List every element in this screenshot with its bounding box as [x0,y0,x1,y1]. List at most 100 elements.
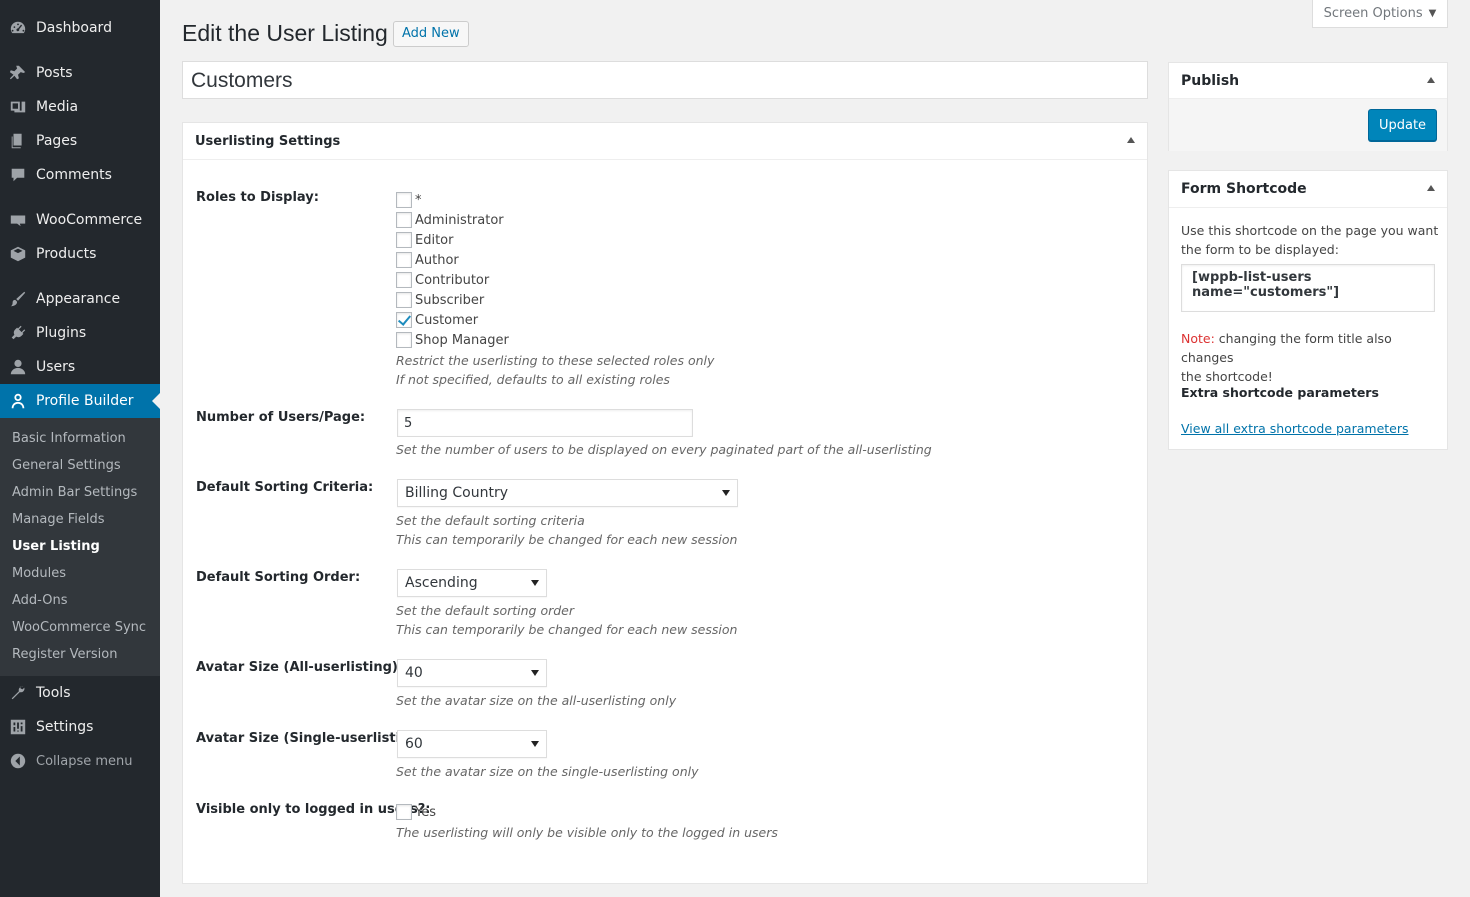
wrench-icon [8,683,28,703]
sort-criteria-value: Billing Country [405,485,508,501]
shortcode-intro-line: Use this shortcode on the page you want [1181,223,1439,238]
shortcode-note: Note: changing the form title also chang… [1181,329,1447,386]
role-checkbox-row[interactable]: Contributor [396,270,489,290]
toggle-arrow-icon[interactable] [1427,185,1435,191]
avatar-single-select[interactable]: 60 [397,730,547,758]
sort-order-description: This can temporarily be changed for each… [396,622,738,637]
collapse-menu-button[interactable]: Collapse menu [0,744,160,778]
plug-icon [8,323,28,343]
menu-posts[interactable]: Posts [0,56,160,90]
role-checkbox[interactable] [396,192,412,208]
sort-criteria-select[interactable]: Billing Country [397,479,738,507]
menu-comments[interactable]: Comments [0,158,160,192]
avatar-all-description: Set the avatar size on the all-userlisti… [396,693,677,708]
submenu-modules[interactable]: Modules [12,564,66,584]
role-checkbox[interactable] [396,252,412,268]
menu-dashboard[interactable]: Dashboard [0,11,160,45]
add-new-button[interactable]: Add New [393,21,469,47]
roles-description: If not specified, defaults to all existi… [396,372,670,387]
pages-icon [8,131,28,151]
role-name: Administrator [415,212,504,228]
avatar-single-value: 60 [405,736,423,752]
post-title-input[interactable]: Customers [182,61,1148,99]
avatar-all-select[interactable]: 40 [397,659,547,687]
menu-appearance[interactable]: Appearance [0,282,160,316]
form-shortcode-header[interactable]: Form Shortcode [1169,171,1447,208]
visible-logged-in-row[interactable]: Yes [396,802,436,822]
extra-params-title: Extra shortcode parameters [1181,385,1379,400]
avatar-all-label: Avatar Size (All-userlisting): [196,660,404,675]
update-button[interactable]: Update [1368,109,1437,141]
role-checkbox[interactable] [396,212,412,228]
submenu-basic-information[interactable]: Basic Information [12,429,126,449]
screen-options-label: Screen Options [1323,6,1423,21]
visible-logged-in-checkbox[interactable] [396,804,412,820]
role-checkbox[interactable] [396,312,412,328]
collapse-label: Collapse menu [36,753,133,769]
role-checkbox[interactable] [396,272,412,288]
menu-label: Products [36,246,97,262]
menu-label: Appearance [36,291,121,307]
role-checkbox-row[interactable]: Subscriber [396,290,484,310]
role-checkbox-row[interactable]: Author [396,250,459,270]
dropdown-caret-icon [531,670,539,676]
role-name: * [415,192,422,208]
menu-settings[interactable]: Settings [0,710,160,744]
submenu-add-ons[interactable]: Add-Ons [12,591,67,611]
submenu-woocommerce-sync[interactable]: WooCommerce Sync [12,618,146,638]
menu-users[interactable]: Users [0,350,160,384]
shortcode-intro-line: the form to be displayed: [1181,242,1339,257]
role-checkbox-row[interactable]: Customer [396,310,478,330]
sort-criteria-description: Set the default sorting criteria [396,513,585,528]
menu-label: Pages [36,133,78,149]
role-checkbox-row[interactable]: Shop Manager [396,330,509,350]
role-name: Customer [415,312,479,328]
publish-box-header[interactable]: Publish [1169,63,1447,99]
users-per-page-input[interactable]: 5 [397,409,693,437]
users-per-page-description: Set the number of users to be displayed … [396,442,932,457]
avatar-single-label: Avatar Size (Single-userlisting): [196,731,430,746]
menu-label: Plugins [36,325,87,341]
comment-icon [8,165,28,185]
menu-pages[interactable]: Pages [0,124,160,158]
menu-profile-builder[interactable]: Profile Builder [0,384,160,418]
role-name: Author [415,252,459,268]
submenu-general-settings[interactable]: General Settings [12,456,121,476]
userlisting-settings-box: Userlisting Settings Roles to Display: *… [182,122,1148,884]
role-name: Contributor [415,272,490,288]
brush-icon [8,289,28,309]
submenu-admin-bar-settings[interactable]: Admin Bar Settings [12,483,137,503]
menu-label: Tools [36,685,71,701]
toggle-arrow-icon[interactable] [1427,77,1435,83]
sort-order-select[interactable]: Ascending [397,569,547,597]
role-checkbox-row[interactable]: * [396,190,422,210]
submenu-manage-fields[interactable]: Manage Fields [12,510,105,530]
menu-label: Profile Builder [36,393,134,409]
sort-criteria-label: Default Sorting Criteria: [196,480,374,495]
role-checkbox[interactable] [396,232,412,248]
role-checkbox[interactable] [396,332,412,348]
menu-label: Media [36,99,79,115]
menu-label: Comments [36,167,112,183]
role-checkbox[interactable] [396,292,412,308]
menu-products[interactable]: Products [0,237,160,271]
menu-media[interactable]: Media [0,90,160,124]
role-checkbox-row[interactable]: Administrator [396,210,504,230]
submenu-register-version[interactable]: Register Version [12,645,117,665]
role-checkbox-row[interactable]: Editor [396,230,453,250]
shortcode-textarea[interactable]: [wppb-list-users name="customers"] [1181,264,1435,312]
media-icon [8,97,28,117]
screen-options-button[interactable]: Screen Options ▼ [1312,0,1448,28]
menu-plugins[interactable]: Plugins [0,316,160,350]
menu-woocommerce[interactable]: WooCommerce [0,203,160,237]
extra-params-link[interactable]: View all extra shortcode parameters [1181,421,1409,436]
menu-tools[interactable]: Tools [0,676,160,710]
submenu-user-listing[interactable]: User Listing [12,537,100,557]
sort-order-value: Ascending [405,575,478,591]
settings-box-header[interactable]: Userlisting Settings [183,123,1147,160]
user-icon [8,357,28,377]
note-text: the shortcode! [1181,369,1273,384]
toggle-arrow-icon[interactable] [1127,137,1135,143]
dropdown-caret-icon [722,490,730,496]
form-shortcode-title: Form Shortcode [1181,181,1307,197]
